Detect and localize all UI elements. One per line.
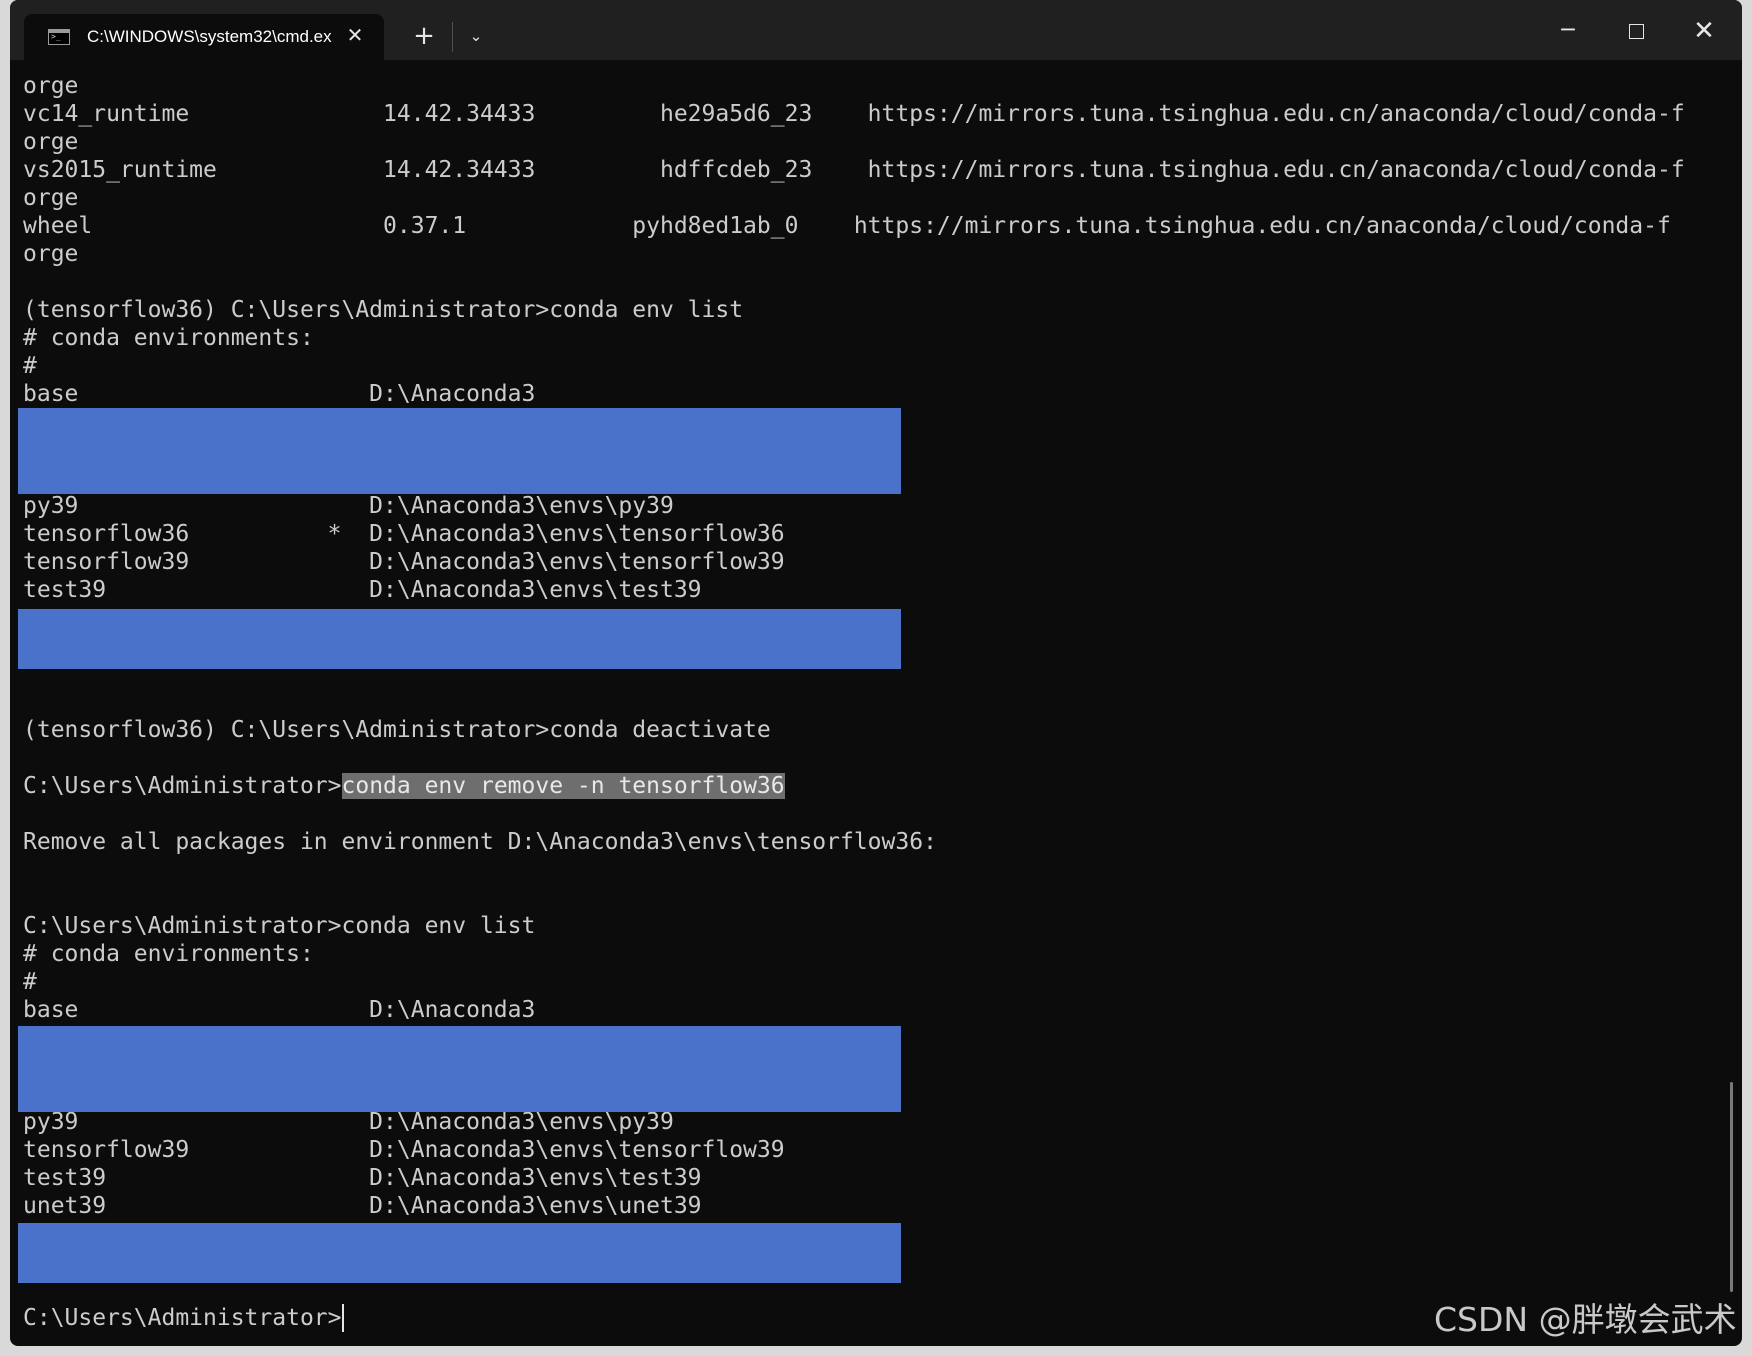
terminal-line: base D:\Anaconda3 — [23, 381, 536, 407]
terminal-line: C:\Users\Administrator>conda env list — [23, 913, 536, 939]
selected-text[interactable]: conda env remove -n tensorflow36 — [341, 773, 785, 799]
prompt: C:\Users\Administrator> — [23, 773, 342, 799]
terminal-line: test39 D:\Anaconda3\envs\test39 — [23, 577, 702, 603]
text-cursor — [341, 1304, 344, 1332]
terminal-line: base D:\Anaconda3 — [23, 997, 536, 1023]
terminal-line: vc14_runtime 14.42.34433 he29a5d6_23 htt… — [23, 101, 1685, 127]
redaction-block — [18, 1026, 901, 1112]
tab-close-icon[interactable]: ✕ — [342, 23, 368, 49]
command-line: C:\Users\Administrator>conda env remove … — [23, 772, 785, 800]
terminal-line: # — [23, 969, 37, 995]
terminal-line: wheel 0.37.1 pyhd8ed1ab_0 https://mirror… — [23, 213, 1671, 239]
terminal-line: py39 D:\Anaconda3\envs\py39 — [23, 1109, 674, 1135]
redaction-block — [18, 408, 901, 494]
terminal-line: Remove all packages in environment D:\An… — [23, 829, 937, 855]
terminal-line: # conda environments: — [23, 941, 314, 967]
terminal-line: orge — [23, 129, 79, 155]
terminal-line: tensorflow39 D:\Anaconda3\envs\tensorflo… — [23, 549, 785, 575]
prompt-line[interactable]: C:\Users\Administrator> — [23, 1304, 344, 1332]
redaction-block — [18, 609, 901, 669]
terminal-line: orge — [23, 73, 79, 99]
new-tab-button[interactable]: + — [404, 18, 444, 54]
terminal-output[interactable]: orge vc14_runtime 14.42.34433 he29a5d6_2… — [10, 60, 1742, 1346]
title-bar: C:\WINDOWS\system32\cmd.exe ✕ + ⌄ ─ ✕ — [10, 0, 1742, 60]
redaction-block — [18, 1223, 901, 1283]
maximize-button[interactable] — [1608, 8, 1664, 54]
terminal-line: tensorflow39 D:\Anaconda3\envs\tensorflo… — [23, 1137, 785, 1163]
chevron-down-icon[interactable]: ⌄ — [458, 18, 494, 54]
scrollbar[interactable] — [1730, 1082, 1733, 1292]
terminal-line: test39 D:\Anaconda3\envs\test39 — [23, 1165, 702, 1191]
terminal-line: # conda environments: — [23, 325, 314, 351]
terminal-line: (tensorflow36) C:\Users\Administrator>co… — [23, 297, 744, 323]
terminal-icon — [48, 29, 70, 45]
watermark: CSDN @胖墩会武术 — [1434, 1300, 1737, 1339]
tab-divider — [452, 22, 453, 52]
tab-cmd[interactable]: C:\WINDOWS\system32\cmd.exe ✕ — [24, 14, 384, 60]
terminal-line: tensorflow36 * D:\Anaconda3\envs\tensorf… — [23, 521, 785, 547]
terminal-line: vs2015_runtime 14.42.34433 hdffcdeb_23 h… — [23, 157, 1685, 183]
terminal-line: (tensorflow36) C:\Users\Administrator>co… — [23, 717, 771, 743]
terminal-line: py39 D:\Anaconda3\envs\py39 — [23, 493, 674, 519]
terminal-line: unet39 D:\Anaconda3\envs\unet39 — [23, 1193, 702, 1219]
prompt: C:\Users\Administrator> — [23, 1305, 342, 1331]
terminal-line: orge — [23, 185, 79, 211]
terminal-line: orge — [23, 241, 79, 267]
close-button[interactable]: ✕ — [1676, 8, 1732, 54]
minimize-button[interactable]: ─ — [1540, 8, 1596, 54]
terminal-line: # — [23, 353, 37, 379]
terminal-window: C:\WINDOWS\system32\cmd.exe ✕ + ⌄ ─ ✕ or… — [10, 0, 1742, 1346]
maximize-icon — [1628, 24, 1644, 39]
tab-title: C:\WINDOWS\system32\cmd.exe — [87, 27, 332, 46]
